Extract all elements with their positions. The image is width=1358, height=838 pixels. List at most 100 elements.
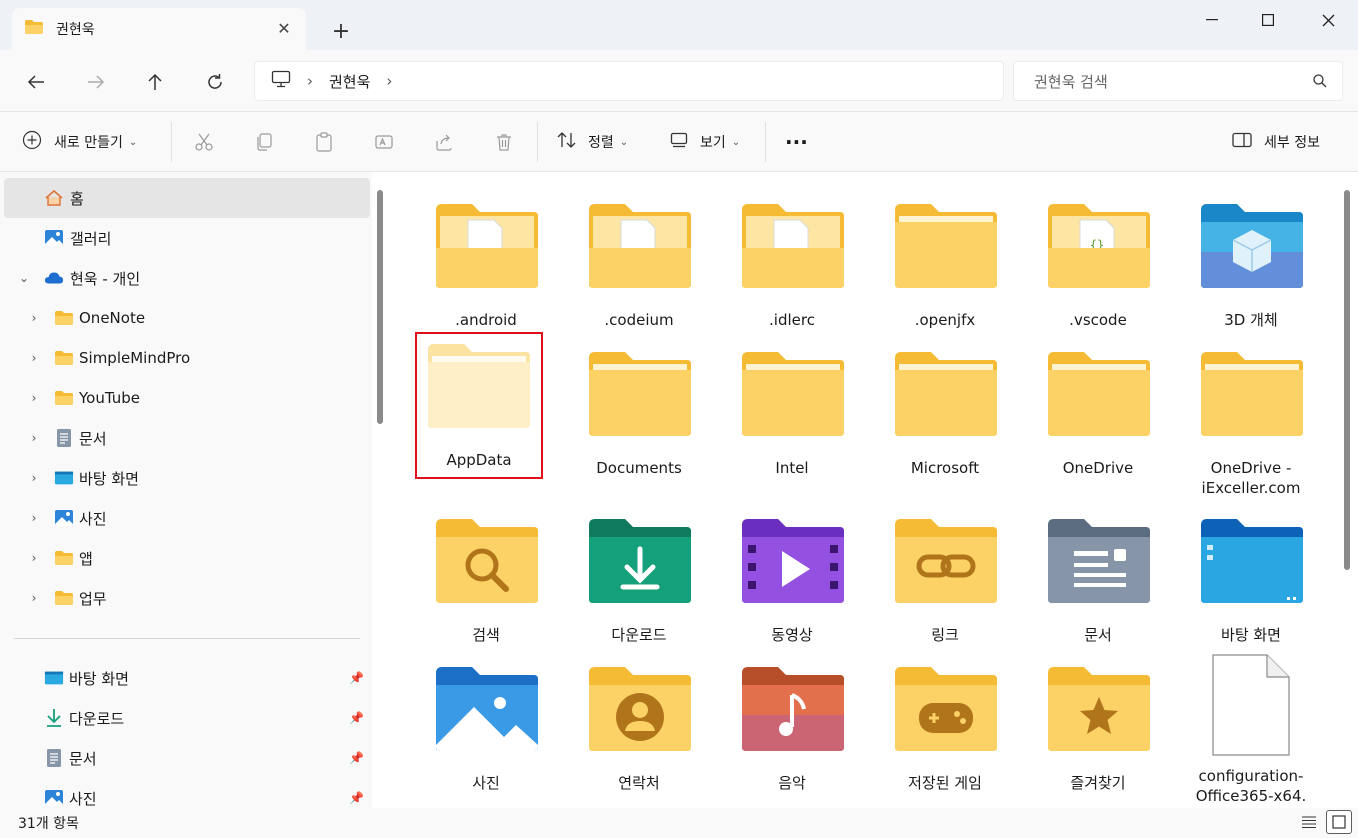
chevron-down-icon[interactable]: ⌄ [16, 271, 32, 285]
file-item[interactable]: 저장된 게임 [875, 645, 1015, 792]
delete-icon[interactable] [492, 130, 516, 154]
file-item[interactable]: 링크 [875, 497, 1015, 644]
content-scrollbar[interactable] [1344, 190, 1350, 570]
file-item[interactable]: 동영상 [722, 497, 862, 644]
gallery-icon [44, 228, 64, 248]
sidebar-item-simplemindpro[interactable]: › SimpleMindPro [4, 338, 370, 378]
sidebar-item-label: 문서 [69, 749, 97, 768]
file-item[interactable]: 3D 개체 [1181, 182, 1321, 329]
breadcrumb-chevron-icon[interactable]: › [386, 72, 392, 90]
rename-icon[interactable] [372, 130, 396, 154]
file-item[interactable]: .codeium [569, 182, 709, 329]
chevron-right-icon[interactable]: › [26, 391, 42, 405]
sidebar-item-pictures[interactable]: › 사진 [4, 498, 370, 538]
file-item[interactable]: 음악 [722, 645, 862, 792]
chevron-right-icon[interactable]: › [26, 351, 42, 365]
pin-icon[interactable]: 📌 [349, 751, 364, 765]
file-item[interactable]: OneDrive - iExceller.com [1181, 330, 1321, 497]
paste-icon[interactable] [312, 130, 336, 154]
address-bar[interactable]: › 권현욱 › [254, 61, 1004, 101]
new-tab-button[interactable]: + [328, 20, 354, 46]
file-item[interactable]: Intel [722, 330, 862, 477]
chevron-right-icon[interactable]: › [26, 591, 42, 605]
file-item[interactable]: .idlerc [722, 182, 862, 329]
file-item[interactable]: .openjfx [875, 182, 1015, 329]
tab-active[interactable]: 권현욱 ✕ [12, 8, 306, 50]
file-item[interactable]: OneDrive [1028, 330, 1168, 477]
maximize-button[interactable] [1240, 0, 1296, 40]
file-item[interactable]: .android [416, 182, 556, 329]
file-item[interactable]: 바탕 화면 [1181, 497, 1321, 644]
minimize-button[interactable] [1184, 0, 1240, 40]
file-item[interactable]: 다운로드 [569, 497, 709, 644]
chevron-right-icon[interactable]: › [26, 511, 42, 525]
close-window-button[interactable] [1300, 0, 1356, 40]
quick-access-desktop[interactable]: 바탕 화면 📌 [4, 658, 370, 698]
file-name: OneDrive [1062, 459, 1134, 477]
share-icon[interactable] [432, 130, 456, 154]
sidebar-item-onenote[interactable]: › OneNote [4, 298, 370, 338]
sidebar-item-apps[interactable]: › 앱 [4, 538, 370, 578]
chevron-right-icon[interactable]: › [26, 311, 42, 325]
file-name: 검색 [472, 626, 500, 644]
file-item-selected[interactable]: AppData [415, 332, 543, 479]
chevron-right-icon[interactable]: › [26, 551, 42, 565]
file-item[interactable]: Documents [569, 330, 709, 477]
pin-icon[interactable]: 📌 [349, 671, 364, 685]
file-item[interactable]: 연락처 [569, 645, 709, 792]
list-view-icon [1302, 816, 1316, 829]
breadcrumb-chevron-icon[interactable]: › [307, 72, 313, 90]
chevron-down-icon: ⌄ [731, 136, 741, 148]
quick-access-documents[interactable]: 문서 📌 [4, 738, 370, 778]
forward-button[interactable] [80, 66, 112, 98]
up-button[interactable] [139, 66, 171, 98]
breadcrumb-item[interactable]: 권현욱 [329, 71, 370, 92]
toolbar-divider [765, 122, 766, 162]
details-view-button[interactable] [1296, 810, 1322, 834]
file-item[interactable]: configuration- Office365-x64. [1181, 645, 1321, 808]
quick-access-pictures[interactable]: 사진 📌 [4, 778, 370, 808]
sidebar-item-documents[interactable]: › 문서 [4, 418, 370, 458]
copy-icon[interactable] [252, 130, 276, 154]
folder-icon [1048, 352, 1150, 436]
view-button[interactable]: 보기 ⌄ [670, 128, 740, 156]
chevron-right-icon[interactable]: › [26, 471, 42, 485]
file-name: 즐겨찾기 [1070, 774, 1126, 792]
large-icons-view-button[interactable] [1326, 810, 1352, 834]
onedrive-cloud-icon [44, 268, 64, 288]
sidebar-item-work[interactable]: › 업무 [4, 578, 370, 618]
sidebar-item-gallery[interactable]: 갤러리 [4, 218, 370, 258]
file-item[interactable]: {} .vscode [1028, 182, 1168, 329]
sidebar-item-youtube[interactable]: › YouTube [4, 378, 370, 418]
file-item[interactable]: Microsoft [875, 330, 1015, 477]
sidebar-item-label: 홈 [70, 189, 84, 208]
file-item[interactable]: 검색 [416, 497, 556, 644]
details-pane-button[interactable]: 세부 정보 [1232, 128, 1320, 156]
sidebar-item-onedrive-personal[interactable]: ⌄ 현욱 - 개인 [4, 258, 370, 298]
chevron-right-icon[interactable]: › [26, 431, 42, 445]
file-item[interactable]: 사진 [416, 645, 556, 792]
refresh-button[interactable] [199, 66, 231, 98]
quick-access-downloads[interactable]: 다운로드 📌 [4, 698, 370, 738]
file-item[interactable]: 문서 [1028, 497, 1168, 644]
search-input[interactable]: 권현욱 검색 [1013, 61, 1343, 101]
sidebar-scrollbar[interactable] [377, 190, 383, 424]
file-item[interactable]: 즐겨찾기 [1028, 645, 1168, 792]
sidebar-item-label: 다운로드 [69, 709, 125, 728]
toolbar-divider [537, 122, 538, 162]
pin-icon[interactable]: 📌 [349, 711, 364, 725]
more-options-button[interactable]: ··· [785, 128, 808, 156]
sidebar-item-label: 문서 [79, 429, 107, 448]
sidebar-item-desktop[interactable]: › 바탕 화면 [4, 458, 370, 498]
sidebar-item-label: 갤러리 [70, 229, 112, 248]
sort-button[interactable]: 정렬 ⌄ [556, 128, 628, 156]
new-button[interactable]: 새로 만들기 ⌄ [22, 128, 137, 156]
cut-icon[interactable] [192, 130, 216, 154]
pin-icon[interactable]: 📌 [349, 791, 364, 805]
pictures-icon [54, 508, 74, 528]
tab-close-icon[interactable]: ✕ [274, 19, 294, 39]
sidebar-item-home[interactable]: 홈 [4, 178, 370, 218]
back-button[interactable] [20, 66, 52, 98]
documents-folder-icon [1048, 519, 1150, 603]
desktop-folder-icon [1201, 519, 1303, 603]
